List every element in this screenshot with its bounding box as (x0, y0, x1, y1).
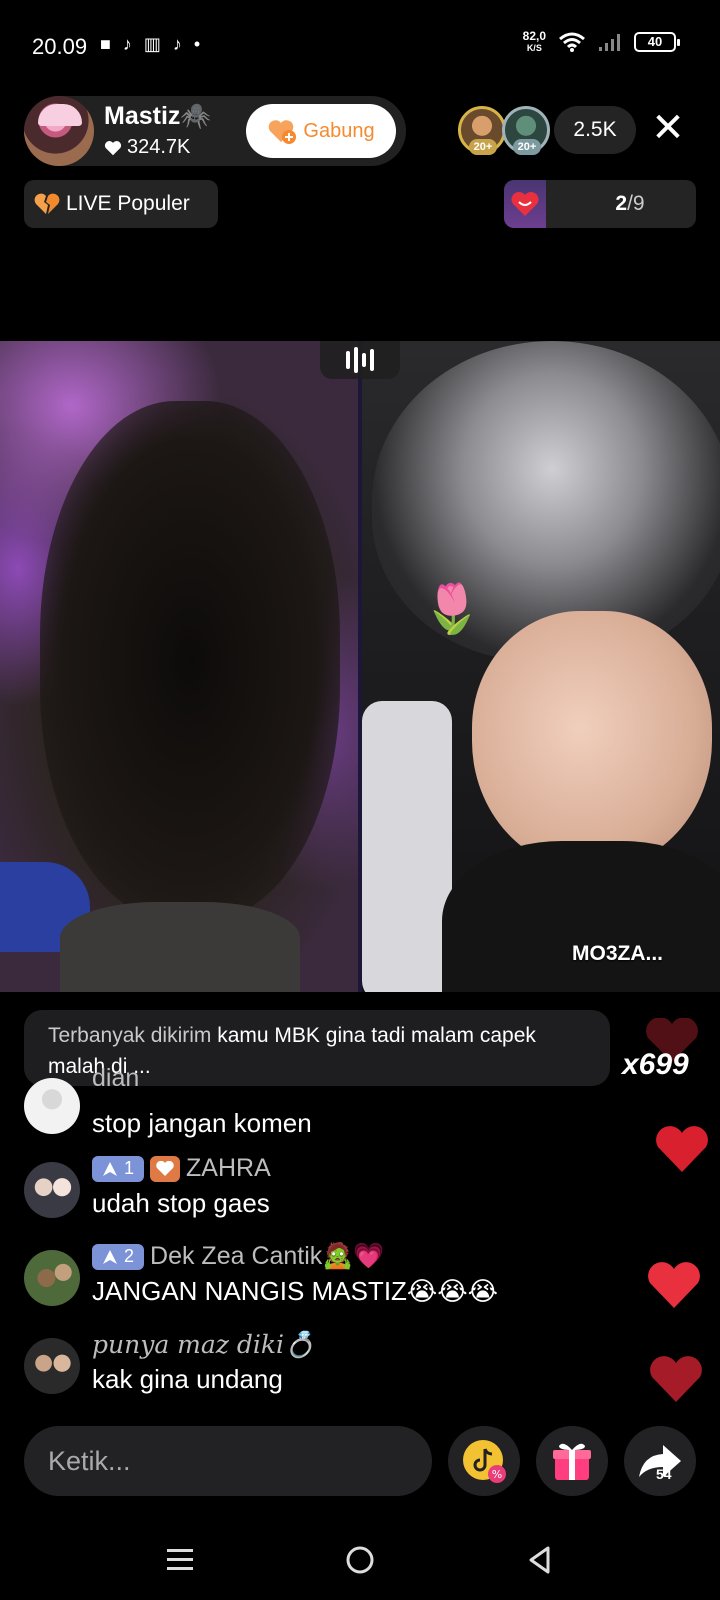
commenter-avatar[interactable] (24, 1078, 80, 1134)
top-viewer-avatar[interactable]: 20+ (502, 106, 550, 155)
level-number: 1 (124, 1158, 135, 1178)
heart-plus-icon (269, 120, 297, 144)
close-icon[interactable]: ✕ (648, 108, 688, 148)
split-divider (358, 341, 362, 992)
gift-combo-count: x699 (622, 1048, 689, 1081)
dot-icon: • (193, 34, 201, 54)
commenter-avatar[interactable] (24, 1338, 80, 1394)
level-badge: 1 (92, 1155, 145, 1182)
arrow-up-icon (103, 1161, 117, 1176)
commenter-avatar[interactable] (24, 1162, 80, 1218)
likes-count: 324.7K (127, 136, 191, 158)
commenter-name[interactable]: dian (92, 1068, 139, 1088)
live-popular-badge[interactable]: LIVE Populer (24, 180, 218, 228)
host-video-feed[interactable] (0, 341, 358, 992)
host-avatar[interactable] (24, 96, 94, 166)
share-button[interactable] (624, 1426, 696, 1496)
back-icon[interactable] (510, 1538, 570, 1582)
level-badge: 2 (92, 1243, 145, 1270)
heart-trophy-icon (504, 180, 546, 228)
host-likes: 324.7K (104, 136, 190, 159)
system-status: 82,0 K/S 40 (523, 30, 680, 54)
arrow-up-icon (103, 1249, 117, 1264)
comment-text: JANGAN NANGIS MASTIZ😭😭😭 (92, 1276, 499, 1306)
commenter-name[interactable]: 2 Dek Zea Cantik🧟💗 (92, 1242, 385, 1271)
comment-input[interactable]: Ketik... (24, 1426, 432, 1496)
tulip-effect-icon: 🌷 (422, 583, 482, 636)
video-subject (60, 902, 300, 992)
battery-icon: 40 (634, 32, 680, 52)
ranking-box[interactable]: 2/9 (504, 180, 696, 228)
ranking-total: /9 (627, 192, 645, 215)
commenter-name-text: Dek Zea Cantik🧟💗 (150, 1242, 385, 1270)
viewers: 20+ 20+ 2.5K (458, 104, 636, 156)
host-card[interactable]: Mastiz🕷️ 324.7K Gabung (24, 96, 406, 166)
promo-button[interactable]: % (448, 1426, 520, 1496)
ranking-current: 2 (615, 192, 628, 215)
system-nav-bar (0, 1520, 720, 1600)
status-bar: 20.09 ■ ♪ ▥ ♪ • 82,0 K/S 40 (0, 0, 720, 92)
video-subject (442, 841, 720, 992)
commenter-avatar[interactable] (24, 1250, 80, 1306)
guest-video-feed[interactable] (362, 341, 720, 992)
comment-text: kak gina undang (92, 1364, 283, 1394)
video-subject (40, 401, 340, 921)
comment-text: udah stop gaes (92, 1188, 270, 1218)
level-number: 2 (124, 1246, 135, 1266)
clock: 20.09 (32, 34, 88, 59)
menu-icon[interactable] (150, 1538, 210, 1582)
commenter-name-text: dian (92, 1068, 140, 1088)
commenter-name[interactable]: 1 ZAHRA (92, 1154, 271, 1183)
join-button[interactable]: Gabung (246, 104, 396, 158)
comment-item[interactable]: punya maz diki💍 kak gina undang (24, 1330, 644, 1418)
commenter-name-text: ZAHRA (186, 1154, 271, 1182)
tiktok-icon: ♪ (172, 34, 182, 54)
share-count: 54 (656, 1466, 672, 1482)
network-speed-value: 82,0 (522, 29, 546, 43)
video-subject (362, 701, 452, 992)
host-name: Mastiz🕷️ (104, 102, 212, 130)
viewer-level-badge: 20+ (513, 139, 541, 155)
comment-input-placeholder: Ketik... (48, 1446, 131, 1476)
heart-icon (104, 140, 122, 155)
svg-text:%: % (492, 1468, 502, 1481)
heart-icon (646, 1262, 702, 1310)
network-speed: 82,0 K/S (523, 30, 546, 54)
notification-icons: ■ ♪ ▥ ♪ • (100, 34, 200, 55)
top-viewer-avatar[interactable]: 20+ (458, 106, 506, 155)
gift-icon (553, 1443, 591, 1480)
comment-item[interactable]: 1 ZAHRA udah stop gaes (24, 1154, 644, 1242)
video-subject (472, 611, 712, 871)
guest-name[interactable]: MO3ZA... (572, 942, 663, 966)
gift-button[interactable] (536, 1426, 608, 1496)
tiktok-coin-icon: % (463, 1440, 506, 1483)
join-label: Gabung (303, 119, 375, 142)
audio-bars-icon[interactable] (320, 341, 400, 379)
viewer-count[interactable]: 2.5K (554, 106, 636, 154)
commenter-name[interactable]: punya maz diki💍 (92, 1330, 315, 1360)
comment-item[interactable]: dian stop jangan komen (24, 1068, 644, 1152)
wifi-icon (559, 32, 585, 52)
fan-club-heart-icon (150, 1155, 181, 1182)
tiktok-icon: ♪ (122, 34, 132, 54)
commenter-name-text: punya maz diki💍 (92, 1330, 316, 1359)
broken-heart-icon (34, 193, 60, 214)
video-camera-icon: ■ (100, 34, 111, 54)
banner-label: Terbanyak dikirim (48, 1024, 212, 1047)
popular-label: LIVE Populer (66, 192, 190, 215)
comment-item[interactable]: 2 Dek Zea Cantik🧟💗 JANGAN NANGIS MASTIZ😭… (24, 1242, 644, 1330)
ranking-position: 2/9 (564, 180, 696, 228)
viewer-level-badge: 20+ (469, 139, 497, 155)
heart-icon (648, 1356, 704, 1404)
home-icon[interactable] (330, 1538, 390, 1582)
heart-icon (654, 1126, 710, 1174)
comment-text: stop jangan komen (92, 1108, 312, 1138)
network-speed-unit: K/S (526, 43, 542, 53)
sim-card-icon: ▥ (143, 34, 161, 54)
signal-icon (599, 34, 620, 51)
